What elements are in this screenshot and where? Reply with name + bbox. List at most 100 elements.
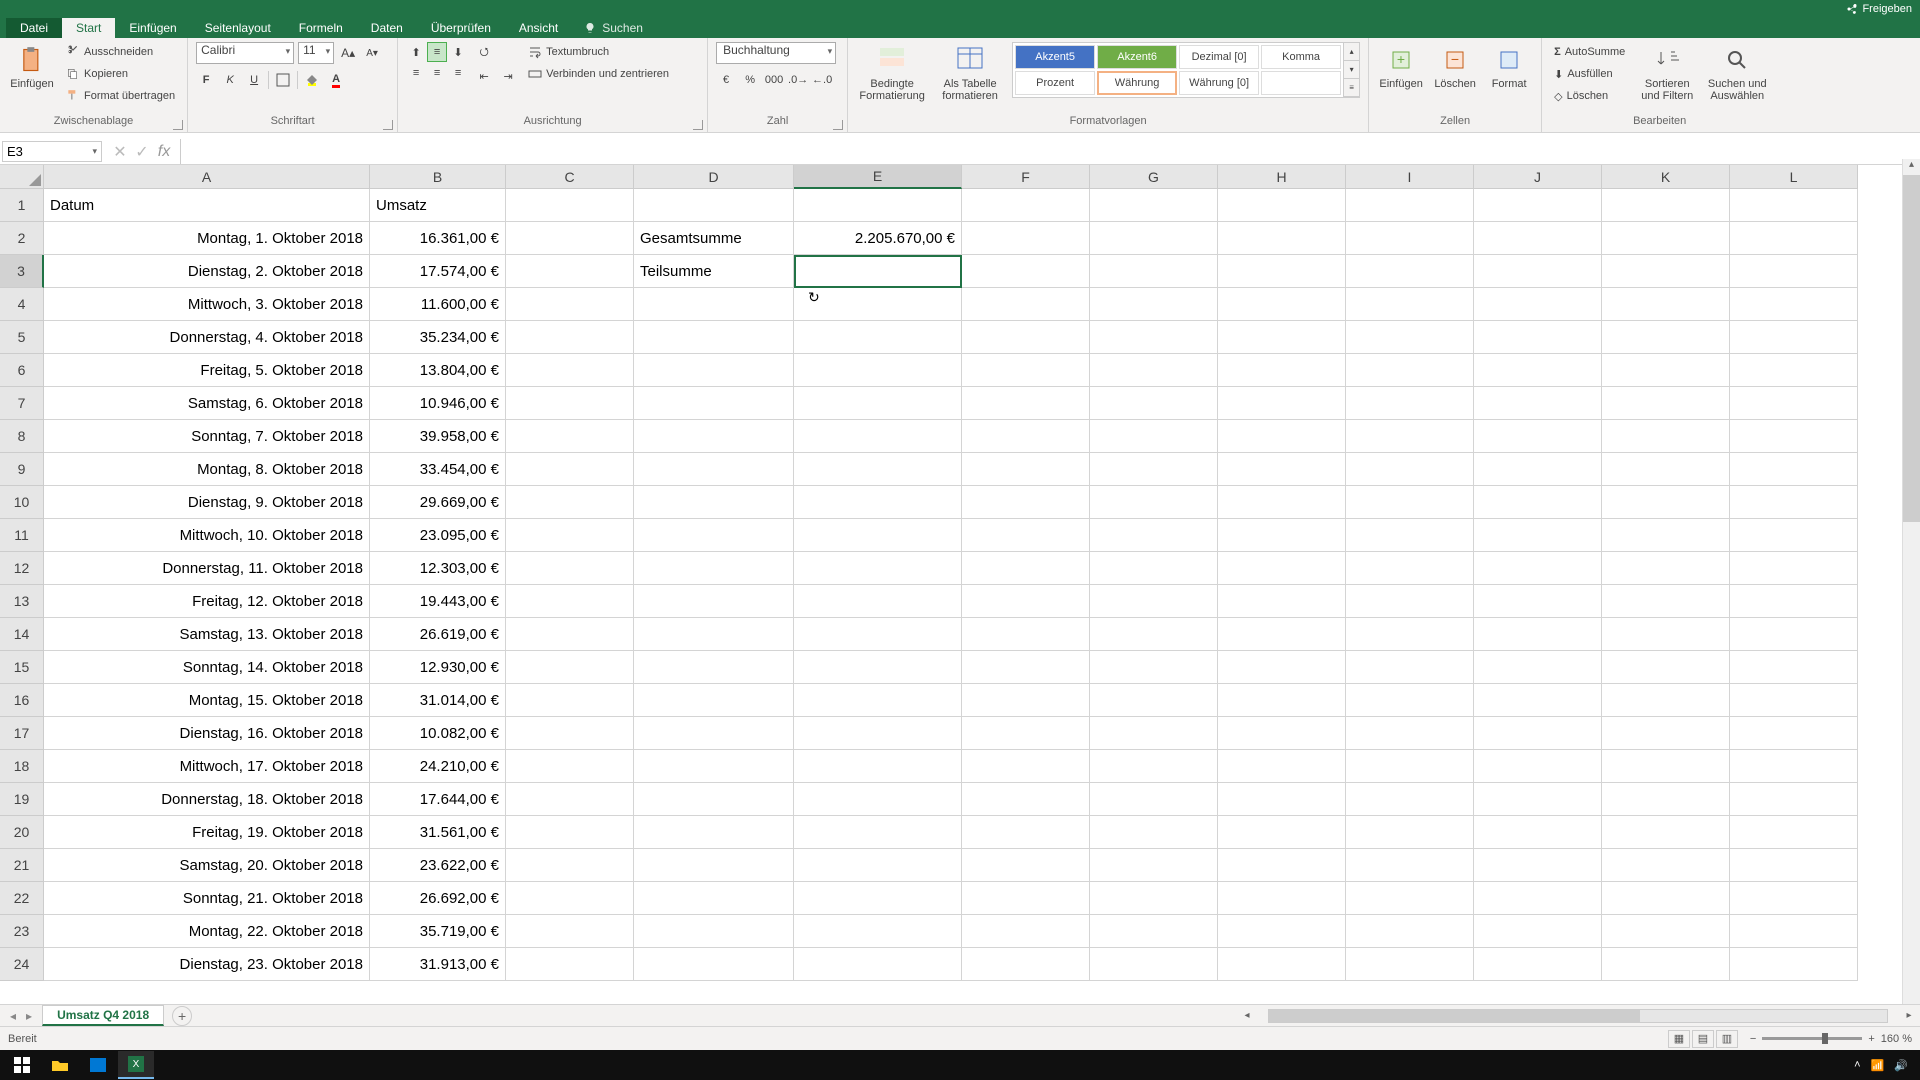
cell-G17[interactable]: [1090, 717, 1218, 750]
cell-D12[interactable]: [634, 552, 794, 585]
cell-A5[interactable]: Donnerstag, 4. Oktober 2018: [44, 321, 370, 354]
cell-H24[interactable]: [1218, 948, 1346, 981]
cell-I3[interactable]: [1346, 255, 1474, 288]
cell-A8[interactable]: Sonntag, 7. Oktober 2018: [44, 420, 370, 453]
cell-K18[interactable]: [1602, 750, 1730, 783]
cell-H12[interactable]: [1218, 552, 1346, 585]
font-name-select[interactable]: Calibri: [196, 42, 294, 64]
app-taskbar-button[interactable]: [80, 1051, 116, 1079]
row-header-15[interactable]: 15: [0, 651, 44, 684]
cell-D10[interactable]: [634, 486, 794, 519]
cell-F3[interactable]: [962, 255, 1090, 288]
cell-C8[interactable]: [506, 420, 634, 453]
cell-L2[interactable]: [1730, 222, 1858, 255]
align-bottom-button[interactable]: ⬇: [448, 42, 468, 62]
cell-C17[interactable]: [506, 717, 634, 750]
cell-D8[interactable]: [634, 420, 794, 453]
cell-E19[interactable]: [794, 783, 962, 816]
increase-indent-button[interactable]: ⇥: [498, 66, 518, 86]
style-dezimal[interactable]: Dezimal [0]: [1179, 45, 1259, 69]
cell-I19[interactable]: [1346, 783, 1474, 816]
cell-D7[interactable]: [634, 387, 794, 420]
cell-B16[interactable]: 31.014,00 €: [370, 684, 506, 717]
cell-K2[interactable]: [1602, 222, 1730, 255]
row-header-23[interactable]: 23: [0, 915, 44, 948]
format-cells-button[interactable]: Format: [1485, 42, 1533, 90]
cell-G1[interactable]: [1090, 189, 1218, 222]
align-right-button[interactable]: ≡: [448, 63, 468, 83]
explorer-taskbar-button[interactable]: [42, 1051, 78, 1079]
cell-H19[interactable]: [1218, 783, 1346, 816]
cell-L23[interactable]: [1730, 915, 1858, 948]
cell-F24[interactable]: [962, 948, 1090, 981]
cell-B1[interactable]: Umsatz: [370, 189, 506, 222]
cell-K1[interactable]: [1602, 189, 1730, 222]
cell-E20[interactable]: [794, 816, 962, 849]
cell-F14[interactable]: [962, 618, 1090, 651]
vertical-scrollbar[interactable]: ▴ ▾: [1902, 159, 1920, 1026]
page-break-view-button[interactable]: ▥: [1716, 1030, 1738, 1048]
cell-F4[interactable]: [962, 288, 1090, 321]
cell-B13[interactable]: 19.443,00 €: [370, 585, 506, 618]
cell-K24[interactable]: [1602, 948, 1730, 981]
autosum-button[interactable]: ΣAutoSumme: [1550, 42, 1629, 62]
cell-G15[interactable]: [1090, 651, 1218, 684]
cell-J1[interactable]: [1474, 189, 1602, 222]
cell-H16[interactable]: [1218, 684, 1346, 717]
cell-I14[interactable]: [1346, 618, 1474, 651]
cell-A9[interactable]: Montag, 8. Oktober 2018: [44, 453, 370, 486]
cell-F6[interactable]: [962, 354, 1090, 387]
cell-G24[interactable]: [1090, 948, 1218, 981]
cell-F23[interactable]: [962, 915, 1090, 948]
cell-G10[interactable]: [1090, 486, 1218, 519]
cell-F8[interactable]: [962, 420, 1090, 453]
cell-J7[interactable]: [1474, 387, 1602, 420]
cell-K6[interactable]: [1602, 354, 1730, 387]
cell-B6[interactable]: 13.804,00 €: [370, 354, 506, 387]
cell-L16[interactable]: [1730, 684, 1858, 717]
cell-F12[interactable]: [962, 552, 1090, 585]
cell-E7[interactable]: [794, 387, 962, 420]
page-layout-view-button[interactable]: ▤: [1692, 1030, 1714, 1048]
cell-G11[interactable]: [1090, 519, 1218, 552]
cell-A14[interactable]: Samstag, 13. Oktober 2018: [44, 618, 370, 651]
format-as-table-button[interactable]: Als Tabelle formatieren: [934, 42, 1006, 102]
cell-I17[interactable]: [1346, 717, 1474, 750]
cell-F10[interactable]: [962, 486, 1090, 519]
cell-E16[interactable]: [794, 684, 962, 717]
cell-I16[interactable]: [1346, 684, 1474, 717]
conditional-formatting-button[interactable]: Bedingte Formatierung: [856, 42, 928, 102]
cell-H1[interactable]: [1218, 189, 1346, 222]
cell-L19[interactable]: [1730, 783, 1858, 816]
tell-me-search[interactable]: Suchen: [584, 18, 643, 38]
cell-G14[interactable]: [1090, 618, 1218, 651]
cell-G19[interactable]: [1090, 783, 1218, 816]
cell-L15[interactable]: [1730, 651, 1858, 684]
cell-G12[interactable]: [1090, 552, 1218, 585]
cell-E4[interactable]: [794, 288, 962, 321]
excel-taskbar-button[interactable]: X: [118, 1051, 154, 1079]
cell-G18[interactable]: [1090, 750, 1218, 783]
cell-E2[interactable]: 2.205.670,00 €: [794, 222, 962, 255]
cell-H9[interactable]: [1218, 453, 1346, 486]
cell-K4[interactable]: [1602, 288, 1730, 321]
cell-L1[interactable]: [1730, 189, 1858, 222]
cell-G6[interactable]: [1090, 354, 1218, 387]
cell-C12[interactable]: [506, 552, 634, 585]
cell-E13[interactable]: [794, 585, 962, 618]
cell-C15[interactable]: [506, 651, 634, 684]
cell-I4[interactable]: [1346, 288, 1474, 321]
cell-F5[interactable]: [962, 321, 1090, 354]
align-top-button[interactable]: ⬆: [406, 42, 426, 62]
cell-I2[interactable]: [1346, 222, 1474, 255]
sort-filter-button[interactable]: Sortieren und Filtern: [1635, 42, 1699, 102]
cell-A7[interactable]: Samstag, 6. Oktober 2018: [44, 387, 370, 420]
cell-K22[interactable]: [1602, 882, 1730, 915]
cell-J4[interactable]: [1474, 288, 1602, 321]
cell-H21[interactable]: [1218, 849, 1346, 882]
cell-D15[interactable]: [634, 651, 794, 684]
row-header-2[interactable]: 2: [0, 222, 44, 255]
copy-button[interactable]: Kopieren: [62, 64, 179, 84]
row-header-4[interactable]: 4: [0, 288, 44, 321]
cell-A22[interactable]: Sonntag, 21. Oktober 2018: [44, 882, 370, 915]
